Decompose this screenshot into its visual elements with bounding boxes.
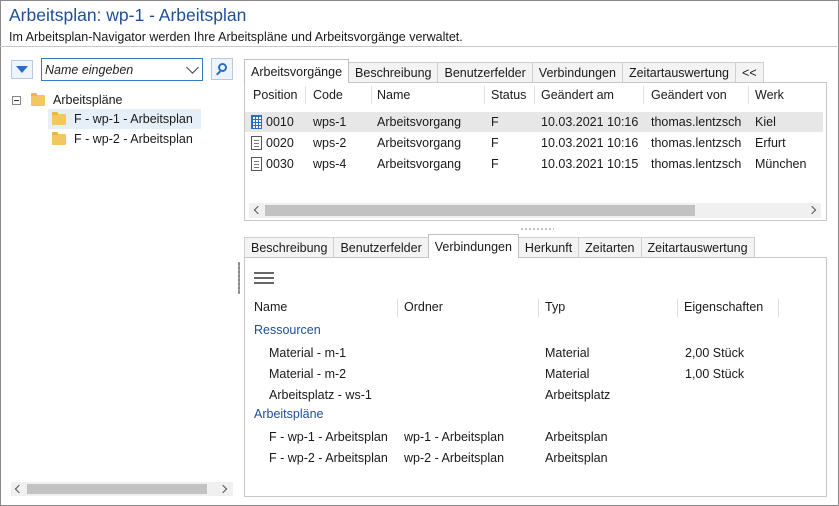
list-item[interactable]: Material - m-2 Material 1,00 Stück [245, 363, 805, 384]
tab-verbindungen-detail[interactable]: Verbindungen [427, 234, 519, 258]
column-header-position[interactable]: Position [253, 83, 297, 107]
page-subtitle: Im Arbeitsplan-Navigator werden Ihre Arb… [9, 30, 463, 44]
column-header-name[interactable]: Name [254, 295, 287, 319]
tree-item-label: Arbeitspläne [53, 93, 123, 107]
search-button[interactable] [211, 58, 233, 80]
operations-header: Position Code Name Status Geändert am Ge… [245, 83, 826, 107]
bottom-tab-bar: Beschreibung Benutzerfelder Verbindungen… [244, 234, 755, 258]
tab-collapse[interactable]: << [735, 62, 764, 83]
document-icon [251, 136, 262, 150]
menu-icon[interactable] [254, 272, 274, 284]
tab-arbeitsvorgaenge[interactable]: Arbeitsvorgänge [244, 59, 350, 83]
top-tab-bar: Arbeitsvorgänge Beschreibung Benutzerfel… [244, 59, 764, 83]
tree-item-root[interactable]: Arbeitspläne [12, 90, 123, 110]
scroll-left-icon[interactable] [253, 205, 263, 215]
tree-item-wp-1[interactable]: F - wp-1 - Arbeitsplan [48, 109, 201, 129]
list-item[interactable]: F - wp-2 - Arbeitsplan wp-2 - Arbeitspla… [245, 447, 805, 468]
column-header-folder[interactable]: Ordner [404, 295, 443, 319]
operations-horizontal-scrollbar[interactable] [249, 203, 821, 218]
triangle-down-icon [16, 66, 28, 73]
operations-panel: Position Code Name Status Geändert am Ge… [244, 82, 827, 221]
table-row[interactable]: 0020 wps-2 Arbeitsvorgang F 10.03.2021 1… [245, 133, 823, 153]
column-header-type[interactable]: Typ [545, 295, 565, 319]
vertical-splitter-handle[interactable] [238, 262, 240, 294]
folder-icon [31, 92, 45, 106]
search-combobox[interactable] [41, 58, 203, 81]
search-input[interactable] [45, 61, 183, 78]
tab-verbindungen[interactable]: Verbindungen [531, 62, 623, 83]
scrollbar-thumb[interactable] [265, 205, 695, 216]
navigator-menu-button[interactable] [11, 60, 33, 79]
scrollbar-thumb[interactable] [27, 484, 207, 494]
group-label-workplans[interactable]: Arbeitspläne [254, 407, 324, 421]
connections-panel: Name Ordner Typ Eigenschaften Ressourcen… [244, 257, 827, 497]
operation-grid-icon [251, 115, 262, 129]
collapse-icon[interactable] [12, 95, 21, 105]
table-row[interactable]: 0010 wps-1 Arbeitsvorgang F 10.03.2021 1… [245, 112, 823, 132]
tab-zeitartauswertung-detail[interactable]: Zeitartauswertung [640, 237, 755, 258]
column-header-changed-at[interactable]: Geändert am [541, 83, 614, 107]
horizontal-splitter-handle[interactable] [520, 228, 554, 230]
tree-item-label: F - wp-2 - Arbeitsplan [74, 132, 193, 146]
column-header-status[interactable]: Status [491, 83, 526, 107]
page-title: Arbeitsplan: wp-1 - Arbeitsplan [9, 5, 247, 25]
chevron-down-icon[interactable] [186, 61, 199, 74]
column-header-plant[interactable]: Werk [755, 83, 784, 107]
tab-benutzerfelder-detail[interactable]: Benutzerfelder [333, 237, 429, 258]
scroll-right-icon[interactable] [807, 205, 817, 215]
folder-icon [52, 131, 66, 145]
column-header-name[interactable]: Name [377, 83, 410, 107]
list-item[interactable]: Material - m-1 Material 2,00 Stück [245, 342, 805, 363]
tab-herkunft[interactable]: Herkunft [517, 237, 580, 258]
column-header-properties[interactable]: Eigenschaften [684, 295, 763, 319]
list-item[interactable]: F - wp-1 - Arbeitsplan wp-1 - Arbeitspla… [245, 426, 805, 447]
column-header-changed-by[interactable]: Geändert von [651, 83, 727, 107]
tab-benutzerfelder[interactable]: Benutzerfelder [437, 62, 533, 83]
folder-icon [52, 111, 66, 125]
tab-beschreibung-detail[interactable]: Beschreibung [244, 237, 335, 258]
navigator-horizontal-scrollbar[interactable] [11, 482, 233, 496]
header-divider [0, 46, 837, 47]
scroll-left-icon[interactable] [14, 484, 24, 494]
tab-zeitartauswertung[interactable]: Zeitartauswertung [621, 62, 737, 83]
list-item[interactable]: Arbeitsplatz - ws-1 Arbeitsplatz [245, 384, 805, 405]
scroll-right-icon[interactable] [218, 484, 228, 494]
tree-item-wp-2[interactable]: F - wp-2 - Arbeitsplan [48, 129, 193, 149]
group-label-resources[interactable]: Ressourcen [254, 323, 321, 337]
document-icon [251, 157, 262, 171]
tab-beschreibung[interactable]: Beschreibung [348, 62, 439, 83]
tree-item-label: F - wp-1 - Arbeitsplan [74, 112, 193, 126]
column-header-code[interactable]: Code [313, 83, 343, 107]
table-row[interactable]: 0030 wps-4 Arbeitsvorgang F 10.03.2021 1… [245, 154, 823, 174]
tab-zeitarten[interactable]: Zeitarten [578, 237, 642, 258]
